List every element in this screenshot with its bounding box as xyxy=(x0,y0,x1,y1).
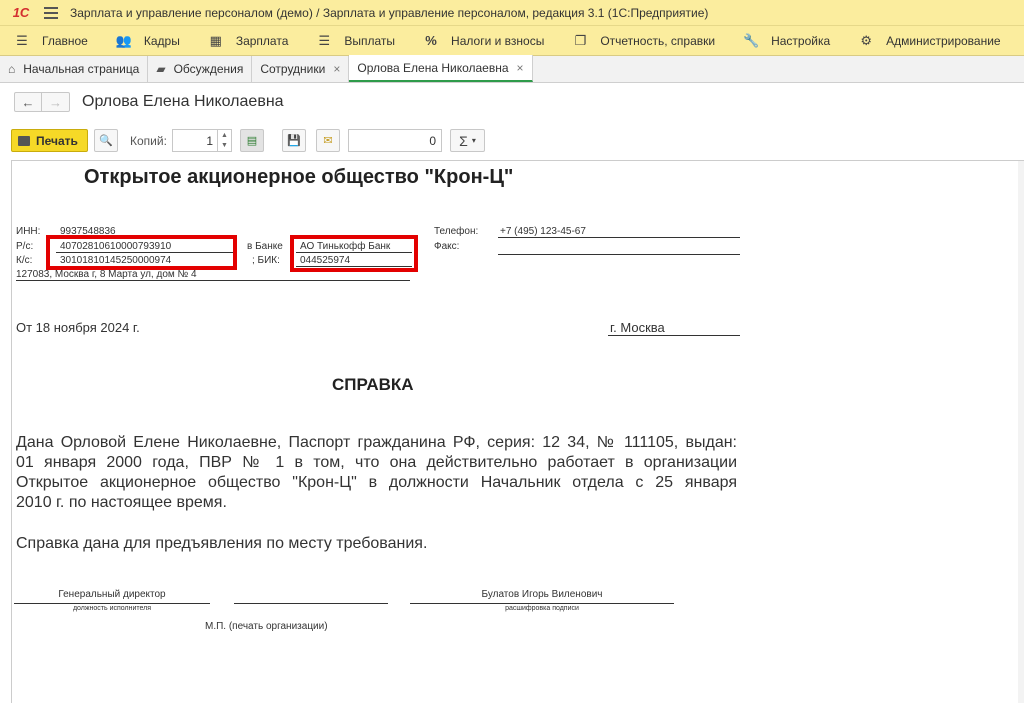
signer-name: Булатов Игорь Виленович xyxy=(481,589,603,600)
save-button[interactable]: 💾 xyxy=(282,129,306,152)
home-icon: ⌂ xyxy=(8,62,16,76)
menu-item-taxes[interactable]: % Налоги и взносы xyxy=(409,26,558,56)
sum-button[interactable]: Σ ▾ xyxy=(450,129,485,152)
copies-stepper[interactable]: ▲ ▼ xyxy=(217,130,231,151)
preview-button[interactable]: 🔍 xyxy=(94,129,118,152)
spreadsheet-document[interactable]: Открытое акционерное общество "Крон-Ц" И… xyxy=(11,160,1024,703)
position-caption: должность исполнителя xyxy=(72,605,152,612)
copies-input[interactable]: 1 ▲ ▼ xyxy=(172,129,232,152)
menu-item-payments[interactable]: ☰ Выплаты xyxy=(302,26,409,56)
menu-item-reports[interactable]: ❐ Отчетность, справки xyxy=(558,26,729,56)
document-city: г. Москва xyxy=(608,320,740,336)
document-heading: СПРАВКА xyxy=(332,375,414,394)
chat-icon: ▰ xyxy=(156,62,166,76)
sigma-icon: Σ xyxy=(459,132,468,149)
edit-mode-button[interactable]: ▤ xyxy=(240,129,264,152)
document-date: От 18 ноября 2024 г. xyxy=(16,320,140,335)
title-bar: 1С Зарплата и управление персоналом (дем… xyxy=(0,0,1024,26)
stamp-place: М.П. (печать организации) xyxy=(205,621,328,632)
bik-label: ; БИК: xyxy=(252,255,280,266)
phone-value: +7 (495) 123-45-67 xyxy=(498,226,740,238)
fax-label: Факс: xyxy=(434,241,460,252)
bank-label: в Банке xyxy=(247,241,283,252)
highlight-box-bank xyxy=(290,235,418,272)
magnifier-icon: 🔍 xyxy=(99,135,113,147)
fax-value xyxy=(498,241,740,255)
printer-icon xyxy=(18,135,30,146)
edit-table-icon: ▤ xyxy=(246,135,258,147)
back-button[interactable]: ← xyxy=(14,92,42,112)
list-icon: ☰ xyxy=(318,32,331,48)
tab-employees[interactable]: Сотрудники × xyxy=(252,56,350,82)
forward-button[interactable]: → xyxy=(42,92,70,112)
envelope-icon: ✉ xyxy=(323,135,333,147)
menu-item-salary[interactable]: ▦ Зарплата xyxy=(194,26,303,56)
copies-label: Копий: xyxy=(130,134,167,148)
tab-home[interactable]: ⌂ Начальная страница xyxy=(0,56,149,82)
close-icon[interactable]: × xyxy=(517,61,524,75)
signature-line xyxy=(234,603,388,604)
signer-position: Генеральный директор xyxy=(58,589,166,600)
close-icon[interactable]: × xyxy=(333,62,340,76)
people-icon: 👥 xyxy=(115,32,132,48)
print-button[interactable]: Печать xyxy=(11,129,88,152)
floppy-icon: 💾 xyxy=(287,135,301,147)
sections-menu: ☰ Главное 👥 Кадры ▦ Зарплата ☰ Выплаты %… xyxy=(0,26,1024,56)
calculator-icon: ▦ xyxy=(209,32,222,48)
sum-field: 0 xyxy=(348,129,442,152)
main-menu-icon[interactable] xyxy=(44,6,58,19)
open-windows-tabs: ⌂ Начальная страница ▰ Обсуждения Сотруд… xyxy=(0,55,1024,83)
inn-label: ИНН: xyxy=(16,226,41,237)
documents-icon: ❐ xyxy=(574,32,587,48)
1c-logo-icon: 1С xyxy=(12,5,30,20)
highlight-box-accounts xyxy=(46,235,237,270)
menu-item-settings[interactable]: 🔧 Настройка xyxy=(729,26,844,56)
print-toolbar: Печать 🔍 Копий: 1 ▲ ▼ ▤ 💾 ✉ 0 Σ ▾ xyxy=(0,128,1024,154)
form-header: ← → Орлова Елена Николаевна xyxy=(0,84,1024,120)
chevron-down-icon: ▾ xyxy=(471,136,476,145)
wrench-icon: 🔧 xyxy=(742,32,760,48)
page-title: Орлова Елена Николаевна xyxy=(82,93,284,110)
tab-discussions[interactable]: ▰ Обсуждения xyxy=(148,56,253,82)
send-email-button[interactable]: ✉ xyxy=(316,129,340,152)
tab-orlova[interactable]: Орлова Елена Николаевна × xyxy=(349,55,533,82)
certificate-body: Дана Орловой Елене Николаевне, Паспорт г… xyxy=(16,434,737,511)
name-line xyxy=(410,603,674,604)
rs-label: Р/с: xyxy=(16,241,34,252)
certificate-purpose: Справка дана для предъявления по месту т… xyxy=(16,535,428,552)
gear-icon: ⚙ xyxy=(860,32,872,48)
menu-item-admin[interactable]: ⚙ Администрирование xyxy=(844,26,1014,56)
phone-label: Телефон: xyxy=(434,226,479,237)
hamburger-icon: ☰ xyxy=(16,32,28,48)
organization-title: Открытое акционерное общество "Крон-Ц" xyxy=(84,166,514,188)
menu-item-main[interactable]: ☰ Главное xyxy=(0,26,102,56)
menu-item-personnel[interactable]: 👥 Кадры xyxy=(102,26,194,56)
name-caption: расшифровка подписи xyxy=(505,605,579,612)
ks-label: К/с: xyxy=(16,255,33,266)
position-line xyxy=(14,603,210,604)
percent-icon: % xyxy=(425,33,437,48)
vertical-scrollbar[interactable] xyxy=(1018,161,1024,703)
window-title: Зарплата и управление персоналом (демо) … xyxy=(70,5,709,20)
